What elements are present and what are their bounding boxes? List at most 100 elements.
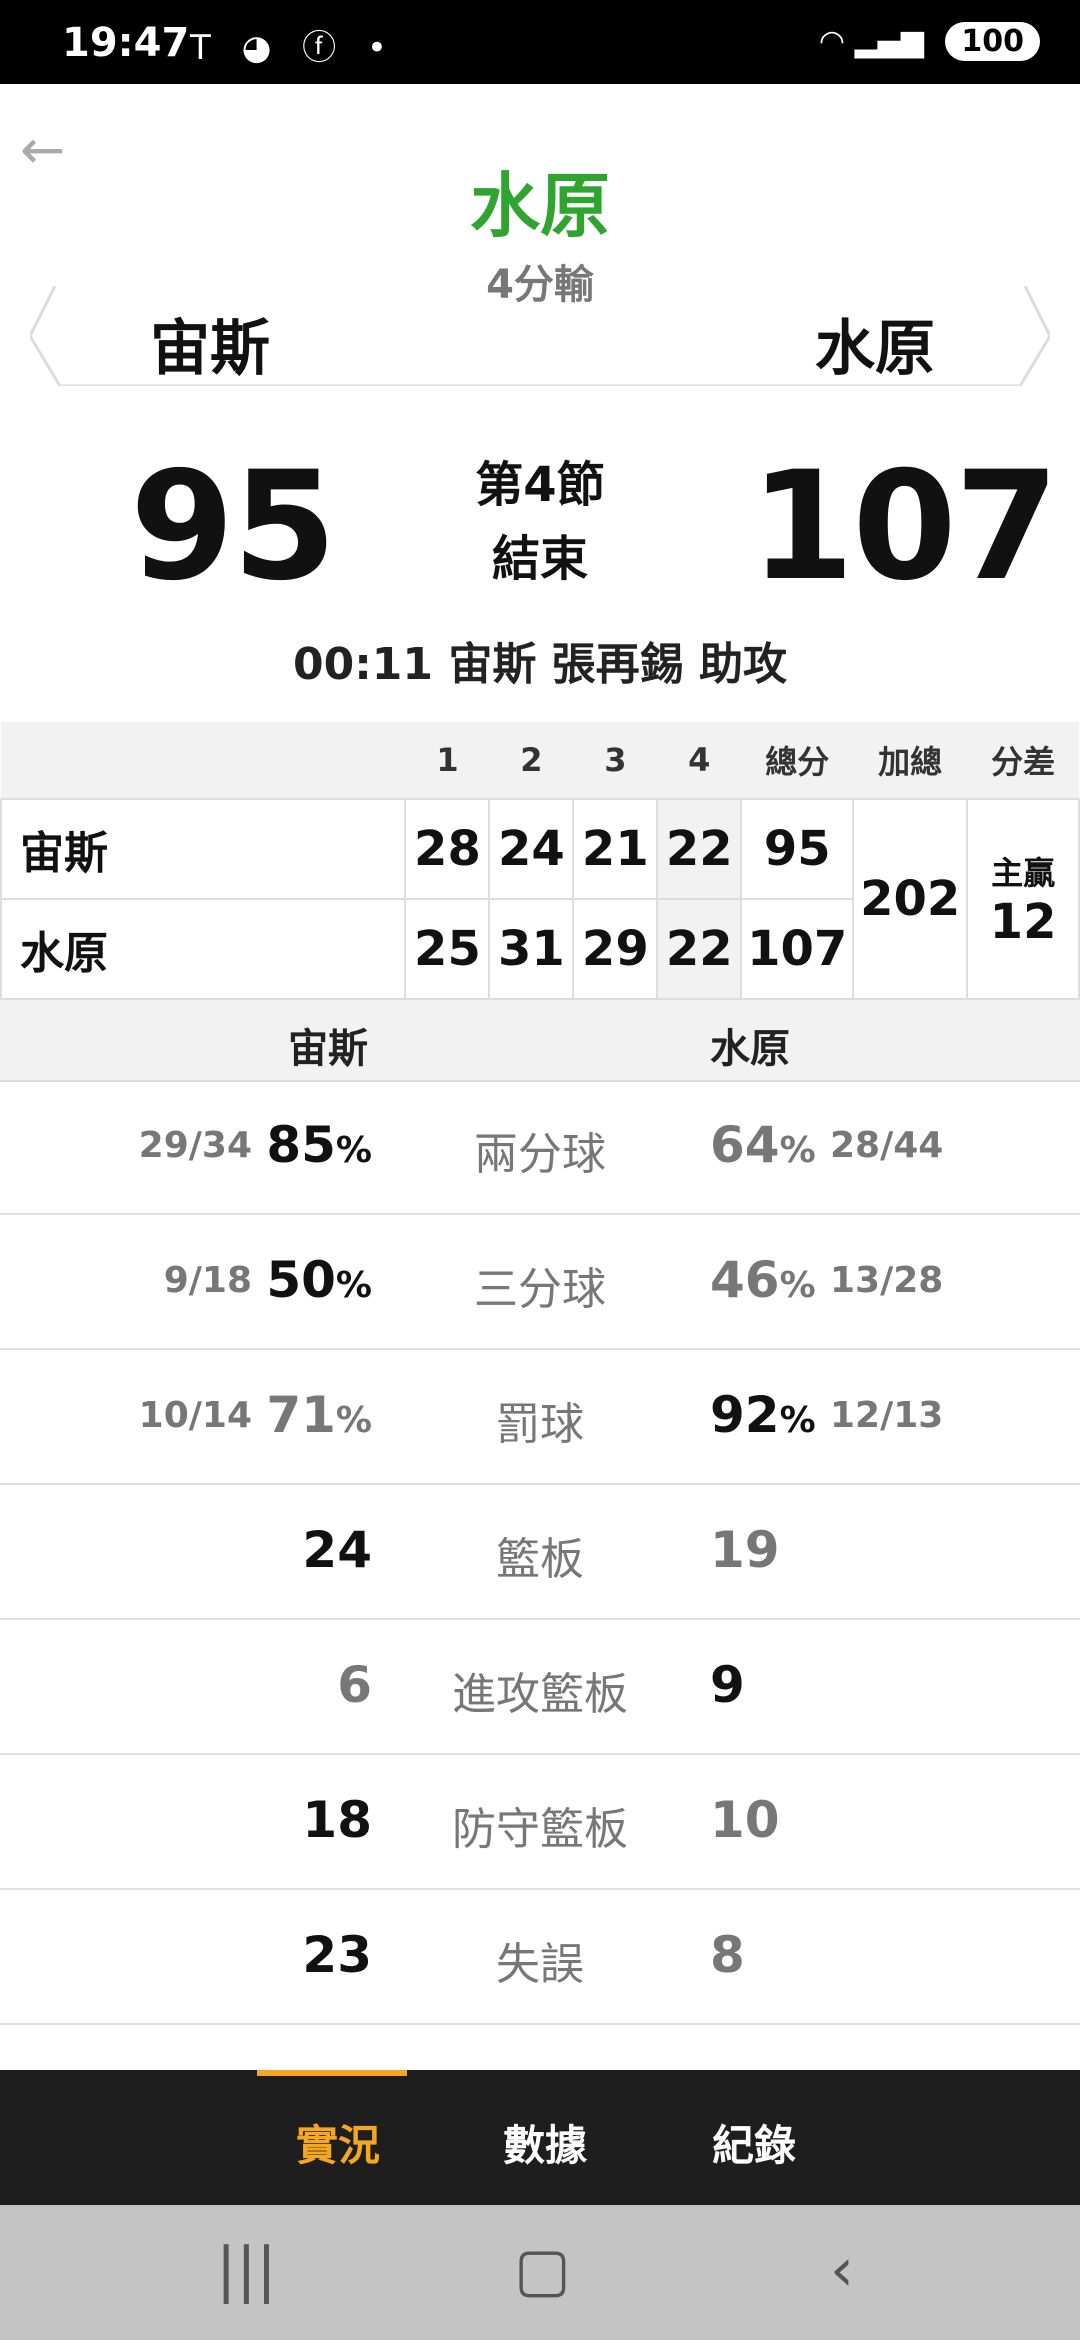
stats-list: 29/34 85% 兩分球 64% 28/44 9/18 50% 三分球 46% 13/28 10/… [0,1080,1080,2025]
cell-q2: 24 [488,798,575,900]
stat-right-value: 46% [710,1251,816,1309]
stat-name: 罰球 [496,1399,584,1450]
period-state: 結束 [491,531,588,587]
stat-row: 24 籃板 19 [0,1485,1080,1620]
gamepad-icon: ◕ [241,28,282,68]
tab-live[interactable]: 實況 [296,2112,380,2173]
stat-row: 10/14 71% 罰球 92% 12/13 [0,1350,1080,1485]
cell-q3: 21 [572,798,659,900]
stat-right-value: 9 [710,1656,745,1714]
stat-right-number: 19 [710,1521,780,1579]
stat-left-value: 85% [266,1116,372,1174]
page-title: 水原 [470,165,610,247]
stat-left-number: 18 [302,1791,372,1849]
period-status: 第4節 結束 [440,448,640,596]
header-total: 總分 [741,722,854,800]
bottom-tab-bar: 實況 數據 紀錄 [0,2070,1080,2205]
stat-right-unit: % [779,1130,816,1171]
cell-combined: 202 [852,798,969,1000]
stat-right-number: 46 [710,1251,780,1309]
stat-name: 兩分球 [474,1129,606,1180]
period-label: 第4節 [475,457,605,513]
header-q2: 2 [489,722,574,800]
cell-total: 107 [740,898,855,1000]
stat-right-value: 8 [710,1926,745,1984]
stat-left-number: 85 [266,1116,336,1174]
stat-left-value: 24 [302,1521,372,1579]
back-icon[interactable]: ‹ [830,2235,854,2305]
stat-left-made-attempted: 29/34 [138,1125,252,1166]
stats-team-right: 水原 [710,1026,790,1072]
stat-right-made-attempted: 13/28 [830,1260,944,1301]
stat-left-value: 23 [302,1926,372,1984]
stat-name: 三分球 [474,1264,606,1315]
stat-right-value: 64% [710,1116,816,1174]
battery-indicator: 100 [945,22,1040,61]
team-name-right[interactable]: 水原 [815,300,935,387]
stat-left-number: 71 [266,1386,336,1444]
cell-q2: 31 [488,898,575,1000]
stat-right-number: 9 [710,1656,745,1714]
score-left: 95 [130,440,337,614]
stats-header: 宙斯 水原 [0,1000,1080,1082]
status-bar: 19:47 T ◕ ⓕ • ◠ ▂▄▆ 100 [0,0,1080,84]
team-name-left[interactable]: 宙斯 [150,300,270,387]
stat-left-made-attempted: 9/18 [163,1260,252,1301]
stat-left-value: 71% [266,1386,372,1444]
stat-row: 23 失誤 8 [0,1890,1080,2025]
last-play: 00:11 宙斯 張再錫 助攻 [292,639,787,690]
dot-icon: • [366,28,397,68]
header-q1: 1 [405,722,490,800]
stat-name: 防守籃板 [452,1804,628,1855]
wifi-icon: ◠ [818,24,846,59]
stat-right-number: 8 [710,1926,745,1984]
cell-q4: 22 [656,898,743,1000]
home-icon[interactable]: ▢ [514,2235,571,2305]
cell-total: 95 [740,798,855,900]
header-q4: 4 [657,722,742,800]
stat-right-made-attempted: 12/13 [830,1395,944,1436]
cell-q1: 25 [404,898,491,1000]
stat-right-number: 64 [710,1116,780,1174]
stat-right-number: 10 [710,1791,780,1849]
stat-left-unit: % [335,1400,372,1441]
stat-name: 進攻籃板 [452,1669,628,1720]
stat-left-unit: % [335,1265,372,1306]
stat-right-value: 19 [710,1521,780,1579]
status-left-icons: T ◕ ⓕ • [190,20,397,69]
cell-q3: 29 [572,898,659,1000]
box-score-header: 1 2 3 4 總分 加總 分差 [1,722,1079,800]
stat-left-number: 23 [302,1926,372,1984]
stat-left-value: 18 [302,1791,372,1849]
table-row: 宙斯 28 24 21 22 95 202 主贏 12 [0,798,1080,1000]
row-team: 宙斯 [0,798,407,900]
signal-icon: ▂▄▆ [854,24,924,59]
stat-left-number: 6 [337,1656,372,1714]
stat-name: 失誤 [496,1939,584,1990]
tab-stats[interactable]: 數據 [503,2112,587,2173]
stat-right-unit: % [779,1265,816,1306]
stat-right-unit: % [779,1400,816,1441]
tesla-icon: T [190,28,221,68]
stat-left-value: 6 [337,1656,372,1714]
recent-apps-icon[interactable]: ||| [216,2235,277,2305]
score-right: 107 [750,440,1059,614]
tab-records[interactable]: 紀錄 [712,2112,796,2173]
header-combined: 加總 [853,722,968,800]
diff-label: 主贏 [991,854,1056,892]
stats-team-left: 宙斯 [288,1026,368,1072]
stat-right-made-attempted: 28/44 [830,1125,944,1166]
stat-left-unit: % [335,1130,372,1171]
box-score: 1 2 3 4 總分 加總 分差 宙斯 28 24 21 22 95 202 主… [0,722,1080,1000]
stat-right-value: 92% [710,1386,816,1444]
diff-value: 12 [989,894,1057,950]
system-nav-bar: ||| ▢ ‹ [0,2205,1080,2340]
stat-right-value: 10 [710,1791,780,1849]
stat-row: 29/34 85% 兩分球 64% 28/44 [0,1080,1080,1215]
header-q3: 3 [573,722,658,800]
stat-left-number: 24 [302,1521,372,1579]
stat-row: 18 防守籃板 10 [0,1755,1080,1890]
facebook-icon: ⓕ [302,28,347,68]
active-tab-indicator [257,2070,407,2076]
stat-left-number: 50 [266,1251,336,1309]
